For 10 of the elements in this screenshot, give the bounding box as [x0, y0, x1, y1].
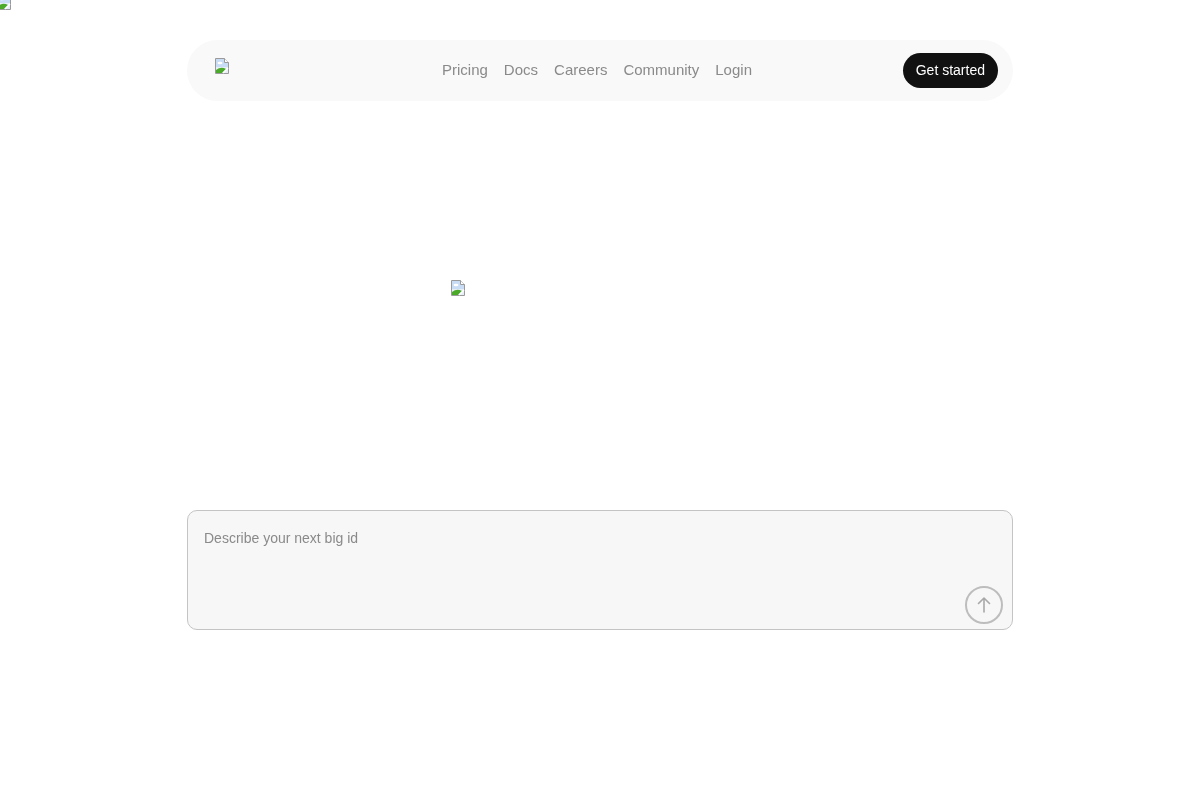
broken-image-icon — [214, 58, 230, 74]
nav-link[interactable]: Careers — [554, 59, 608, 82]
nav-link[interactable]: Docs — [503, 59, 539, 82]
nav-link[interactable]: Community — [623, 59, 700, 82]
prompt-field[interactable]: Describe your next big id — [187, 510, 1013, 630]
get-started-button[interactable]: Get started — [902, 53, 998, 88]
nav-link[interactable]: Pricing — [442, 59, 488, 82]
arrow-up-icon — [977, 597, 991, 613]
broken-image-icon — [450, 280, 466, 296]
nav-link[interactable]: Login — [715, 59, 752, 82]
